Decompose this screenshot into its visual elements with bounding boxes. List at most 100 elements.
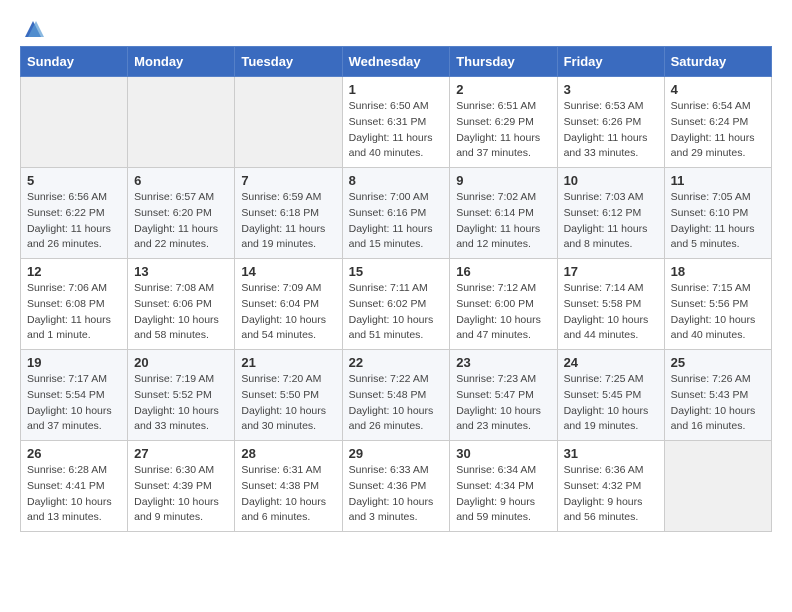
- weekday-header: Saturday: [664, 47, 771, 77]
- day-info: Sunrise: 7:15 AMSunset: 5:56 PMDaylight:…: [671, 281, 765, 344]
- day-number: 11: [671, 173, 765, 188]
- calendar-week-row: 12 Sunrise: 7:06 AMSunset: 6:08 PMDayligh…: [21, 259, 772, 350]
- day-number: 31: [564, 446, 658, 461]
- day-number: 18: [671, 264, 765, 279]
- calendar-cell: [235, 77, 342, 168]
- calendar-cell: 3Sunrise: 6:53 AMSunset: 6:26 PMDaylight…: [557, 77, 664, 168]
- day-info: Sunrise: 7:09 AMSunset: 6:04 PMDaylight:…: [241, 281, 335, 344]
- day-number: 28: [241, 446, 335, 461]
- day-number: 3: [564, 82, 658, 97]
- calendar-cell: 28 Sunrise: 6:31 AMSunset: 4:38 PMDayligh…: [235, 441, 342, 532]
- day-number: 17: [564, 264, 658, 279]
- day-number: 24: [564, 355, 658, 370]
- calendar-week-row: 19 Sunrise: 7:17 AMSunset: 5:54 PMDayligh…: [21, 350, 772, 441]
- day-info: Sunrise: 7:19 AMSunset: 5:52 PMDaylight:…: [134, 372, 228, 435]
- day-info: Sunrise: 7:03 AMSunset: 6:12 PMDaylight:…: [564, 190, 658, 253]
- calendar-cell: 23 Sunrise: 7:23 AMSunset: 5:47 PMDayligh…: [450, 350, 557, 441]
- day-info: Sunrise: 7:17 AMSunset: 5:54 PMDaylight:…: [27, 372, 121, 435]
- calendar-cell: 20Sunrise: 7:19 AMSunset: 5:52 PMDayligh…: [128, 350, 235, 441]
- calendar-cell: 31 Sunrise: 6:36 AMSunset: 4:32 PMDayligh…: [557, 441, 664, 532]
- calendar-cell: 12 Sunrise: 7:06 AMSunset: 6:08 PMDayligh…: [21, 259, 128, 350]
- calendar-cell: 2 Sunrise: 6:51 AMSunset: 6:29 PMDaylight…: [450, 77, 557, 168]
- day-info: Sunrise: 6:56 AMSunset: 6:22 PMDaylight:…: [27, 190, 121, 253]
- calendar-cell: [21, 77, 128, 168]
- calendar-cell: 13 Sunrise: 7:08 AMSunset: 6:06 PMDayligh…: [128, 259, 235, 350]
- day-info: Sunrise: 7:26 AMSunset: 5:43 PMDaylight:…: [671, 372, 765, 435]
- day-number: 4: [671, 82, 765, 97]
- day-number: 22: [349, 355, 444, 370]
- day-number: 2: [456, 82, 550, 97]
- calendar-cell: 11 Sunrise: 7:05 AMSunset: 6:10 PMDayligh…: [664, 168, 771, 259]
- calendar-cell: [128, 77, 235, 168]
- weekday-header: Tuesday: [235, 47, 342, 77]
- calendar-cell: 22 Sunrise: 7:22 AMSunset: 5:48 PMDayligh…: [342, 350, 450, 441]
- calendar-cell: 1 Sunrise: 6:50 AMSunset: 6:31 PMDaylight…: [342, 77, 450, 168]
- day-number: 12: [27, 264, 121, 279]
- calendar-cell: 29Sunrise: 6:33 AMSunset: 4:36 PMDayligh…: [342, 441, 450, 532]
- day-info: Sunrise: 7:20 AMSunset: 5:50 PMDaylight:…: [241, 372, 335, 435]
- day-info: Sunrise: 6:36 AMSunset: 4:32 PMDaylight:…: [564, 463, 658, 526]
- day-number: 25: [671, 355, 765, 370]
- calendar-cell: 14Sunrise: 7:09 AMSunset: 6:04 PMDayligh…: [235, 259, 342, 350]
- day-number: 19: [27, 355, 121, 370]
- calendar-cell: 15Sunrise: 7:11 AMSunset: 6:02 PMDayligh…: [342, 259, 450, 350]
- day-number: 16: [456, 264, 550, 279]
- weekday-header: Wednesday: [342, 47, 450, 77]
- day-info: Sunrise: 6:57 AMSunset: 6:20 PMDaylight:…: [134, 190, 228, 253]
- calendar-cell: 24 Sunrise: 7:25 AMSunset: 5:45 PMDayligh…: [557, 350, 664, 441]
- calendar-table: SundayMondayTuesdayWednesdayThursdayFrid…: [20, 46, 772, 532]
- day-info: Sunrise: 6:33 AMSunset: 4:36 PMDaylight:…: [349, 463, 444, 526]
- day-info: Sunrise: 7:05 AMSunset: 6:10 PMDaylight:…: [671, 190, 765, 253]
- day-number: 26: [27, 446, 121, 461]
- calendar-week-row: 1 Sunrise: 6:50 AMSunset: 6:31 PMDaylight…: [21, 77, 772, 168]
- calendar-header-row: SundayMondayTuesdayWednesdayThursdayFrid…: [21, 47, 772, 77]
- day-number: 8: [349, 173, 444, 188]
- day-info: Sunrise: 7:12 AMSunset: 6:00 PMDaylight:…: [456, 281, 550, 344]
- day-info: Sunrise: 7:08 AMSunset: 6:06 PMDaylight:…: [134, 281, 228, 344]
- calendar-cell: [664, 441, 771, 532]
- day-info: Sunrise: 6:31 AMSunset: 4:38 PMDaylight:…: [241, 463, 335, 526]
- day-number: 6: [134, 173, 228, 188]
- day-info: Sunrise: 7:23 AMSunset: 5:47 PMDaylight:…: [456, 372, 550, 435]
- calendar-cell: 5 Sunrise: 6:56 AMSunset: 6:22 PMDaylight…: [21, 168, 128, 259]
- calendar-cell: 21 Sunrise: 7:20 AMSunset: 5:50 PMDayligh…: [235, 350, 342, 441]
- calendar-cell: 19 Sunrise: 7:17 AMSunset: 5:54 PMDayligh…: [21, 350, 128, 441]
- calendar-cell: 9 Sunrise: 7:02 AMSunset: 6:14 PMDaylight…: [450, 168, 557, 259]
- day-info: Sunrise: 7:00 AMSunset: 6:16 PMDaylight:…: [349, 190, 444, 253]
- day-number: 9: [456, 173, 550, 188]
- day-info: Sunrise: 6:51 AMSunset: 6:29 PMDaylight:…: [456, 99, 550, 162]
- day-number: 7: [241, 173, 335, 188]
- day-info: Sunrise: 6:30 AMSunset: 4:39 PMDaylight:…: [134, 463, 228, 526]
- calendar-cell: 8 Sunrise: 7:00 AMSunset: 6:16 PMDaylight…: [342, 168, 450, 259]
- day-number: 30: [456, 446, 550, 461]
- day-number: 23: [456, 355, 550, 370]
- calendar-cell: 6 Sunrise: 6:57 AMSunset: 6:20 PMDaylight…: [128, 168, 235, 259]
- day-info: Sunrise: 6:28 AMSunset: 4:41 PMDaylight:…: [27, 463, 121, 526]
- day-info: Sunrise: 7:06 AMSunset: 6:08 PMDaylight:…: [27, 281, 121, 344]
- calendar-cell: 18 Sunrise: 7:15 AMSunset: 5:56 PMDayligh…: [664, 259, 771, 350]
- day-info: Sunrise: 6:59 AMSunset: 6:18 PMDaylight:…: [241, 190, 335, 253]
- day-info: Sunrise: 7:02 AMSunset: 6:14 PMDaylight:…: [456, 190, 550, 253]
- calendar-cell: 16 Sunrise: 7:12 AMSunset: 6:00 PMDayligh…: [450, 259, 557, 350]
- day-number: 1: [349, 82, 444, 97]
- weekday-header: Monday: [128, 47, 235, 77]
- day-info: Sunrise: 6:50 AMSunset: 6:31 PMDaylight:…: [349, 99, 444, 162]
- calendar-cell: 4 Sunrise: 6:54 AMSunset: 6:24 PMDaylight…: [664, 77, 771, 168]
- day-number: 13: [134, 264, 228, 279]
- day-info: Sunrise: 7:22 AMSunset: 5:48 PMDaylight:…: [349, 372, 444, 435]
- calendar-week-row: 5 Sunrise: 6:56 AMSunset: 6:22 PMDaylight…: [21, 168, 772, 259]
- day-number: 5: [27, 173, 121, 188]
- day-number: 27: [134, 446, 228, 461]
- day-info: Sunrise: 7:25 AMSunset: 5:45 PMDaylight:…: [564, 372, 658, 435]
- day-info: Sunrise: 6:54 AMSunset: 6:24 PMDaylight:…: [671, 99, 765, 162]
- calendar-cell: 17Sunrise: 7:14 AMSunset: 5:58 PMDayligh…: [557, 259, 664, 350]
- day-number: 10: [564, 173, 658, 188]
- calendar-cell: 27 Sunrise: 6:30 AMSunset: 4:39 PMDayligh…: [128, 441, 235, 532]
- day-number: 21: [241, 355, 335, 370]
- day-number: 15: [349, 264, 444, 279]
- calendar-cell: 26 Sunrise: 6:28 AMSunset: 4:41 PMDayligh…: [21, 441, 128, 532]
- logo-icon: [22, 18, 44, 40]
- weekday-header: Thursday: [450, 47, 557, 77]
- page-header: [20, 20, 772, 36]
- logo: [20, 20, 44, 36]
